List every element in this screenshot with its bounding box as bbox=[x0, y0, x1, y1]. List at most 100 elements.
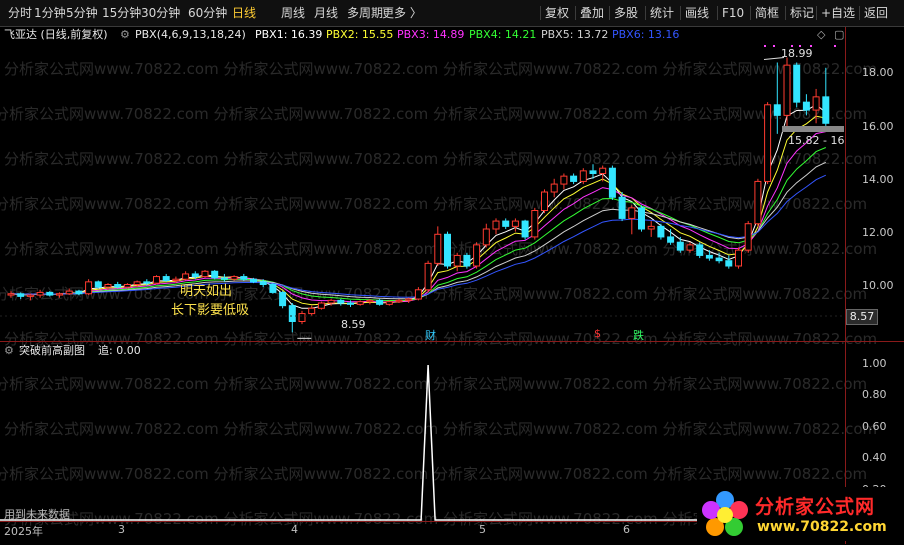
sub-tick-label: 0.80 bbox=[862, 388, 887, 401]
period-tab[interactable]: 5分钟 bbox=[66, 0, 98, 26]
pane-divider[interactable] bbox=[0, 341, 904, 342]
flower-logo-icon bbox=[702, 491, 748, 536]
candle-body bbox=[696, 244, 704, 256]
candle-body bbox=[123, 284, 131, 288]
candle-body bbox=[773, 104, 781, 116]
toolbar-action-button[interactable]: 复权 bbox=[545, 0, 569, 26]
toolbar-separator bbox=[816, 6, 817, 20]
logo-title: 分析家公式网 bbox=[755, 496, 876, 518]
candle-body bbox=[541, 191, 548, 211]
candle-body bbox=[482, 228, 490, 246]
current-price-box: 8.57 bbox=[846, 309, 878, 325]
candle-body bbox=[347, 302, 354, 305]
candle-body bbox=[618, 196, 626, 219]
toolbar-action-button[interactable]: +自选 bbox=[821, 0, 855, 26]
candle-body bbox=[589, 170, 597, 174]
price-tick-label: 14.00 bbox=[862, 173, 894, 186]
candle-body bbox=[647, 225, 655, 230]
month-label: 4 bbox=[291, 523, 298, 536]
price-tick-label: 16.00 bbox=[862, 120, 894, 133]
candle-body bbox=[657, 225, 665, 238]
candle-body bbox=[356, 301, 364, 305]
toolbar-action-button[interactable]: 返回 bbox=[864, 0, 888, 26]
candle-body bbox=[143, 281, 151, 284]
period-tab[interactable]: 周线 bbox=[281, 0, 305, 26]
candle-body bbox=[463, 254, 471, 267]
candle-body bbox=[705, 254, 713, 259]
candle-body bbox=[376, 299, 384, 305]
toolbar-separator bbox=[540, 6, 541, 20]
candle-body bbox=[579, 170, 587, 182]
sub-tick-label: 1.00 bbox=[862, 357, 887, 370]
toolbar-action-button[interactable]: F10 bbox=[722, 0, 744, 26]
candle-body bbox=[191, 273, 199, 278]
candle-body bbox=[288, 305, 296, 322]
month-label: 5 bbox=[479, 523, 486, 536]
period-tab[interactable]: 1分钟 bbox=[34, 0, 66, 26]
candle-body bbox=[414, 289, 422, 300]
candle-body bbox=[570, 175, 578, 182]
candle-body bbox=[269, 284, 277, 293]
tip-line-1: 明天如出 bbox=[180, 284, 233, 299]
period-toolbar: 分时 1分钟 5分钟 15分钟 30分钟 60分钟 日线 周线 月线 多周期 更多 〉 复权 叠加 多股… bbox=[0, 0, 904, 27]
candle-body bbox=[201, 270, 209, 278]
high-price-label: 18.99 bbox=[781, 47, 813, 60]
range-label: 15.82 - 16 bbox=[788, 134, 845, 147]
indicator-name[interactable]: PBX(4,6,9,13,18,24) bbox=[135, 27, 246, 43]
candle-body bbox=[26, 294, 34, 297]
year-label: 2025年 bbox=[4, 525, 43, 538]
period-tab[interactable]: 分时 bbox=[8, 0, 32, 26]
range-band bbox=[782, 126, 844, 132]
period-tab[interactable]: 更多 〉 bbox=[382, 0, 422, 26]
candle-body bbox=[424, 262, 432, 291]
candle-body bbox=[492, 220, 500, 230]
tip-line-2: 长下影要低吸 bbox=[171, 303, 250, 318]
candle-body bbox=[812, 96, 820, 111]
toolbar-action-button[interactable]: 多股 bbox=[614, 0, 638, 26]
candle-body bbox=[715, 257, 723, 262]
toolbar-action-button[interactable]: 标记 bbox=[790, 0, 814, 26]
candle-body bbox=[444, 233, 451, 267]
candle-body bbox=[385, 301, 393, 305]
candle-body bbox=[240, 276, 248, 280]
candle-body bbox=[395, 299, 403, 303]
candle-body bbox=[279, 291, 287, 307]
window-icon[interactable]: ▢ bbox=[834, 27, 844, 43]
candle-body bbox=[337, 299, 345, 304]
candle-body bbox=[317, 302, 325, 309]
settings-gear-icon[interactable]: ⚙ bbox=[120, 27, 130, 43]
period-tab[interactable]: 月线 bbox=[314, 0, 338, 26]
candle-body bbox=[453, 254, 461, 267]
candle-body bbox=[36, 291, 44, 296]
candlestick-chart[interactable] bbox=[0, 44, 845, 340]
candle-body bbox=[822, 96, 830, 124]
candle-body bbox=[783, 64, 791, 116]
diamond-icon[interactable]: ◇ bbox=[817, 27, 825, 43]
toolbar-action-button[interactable]: 简框 bbox=[755, 0, 779, 26]
candle-body bbox=[104, 284, 112, 288]
period-tab[interactable]: 60分钟 bbox=[188, 0, 227, 26]
price-tick-label: 18.00 bbox=[862, 66, 894, 79]
signal-dot bbox=[764, 45, 766, 47]
period-tab[interactable]: 多周期 bbox=[347, 0, 383, 26]
pbx2-value: PBX2: 15.55 bbox=[326, 28, 394, 41]
candle-body bbox=[65, 290, 73, 295]
toolbar-separator bbox=[680, 6, 681, 20]
toolbar-separator bbox=[717, 6, 718, 20]
candle-body bbox=[153, 276, 160, 284]
candle-body bbox=[667, 236, 675, 243]
candle-body bbox=[327, 299, 335, 304]
toolbar-action-button[interactable]: 叠加 bbox=[580, 0, 604, 26]
candle-body bbox=[172, 278, 180, 282]
candle-body bbox=[531, 210, 539, 238]
toolbar-action-button[interactable]: 画线 bbox=[685, 0, 709, 26]
toolbar-action-button[interactable]: 统计 bbox=[650, 0, 674, 26]
candle-body bbox=[764, 104, 772, 182]
pbx-line-4 bbox=[10, 147, 826, 301]
candle-body bbox=[735, 249, 742, 267]
dividend-marker[interactable]: $ bbox=[594, 327, 601, 340]
period-tab[interactable]: 15分钟 bbox=[102, 0, 141, 26]
period-tab[interactable]: 30分钟 bbox=[141, 0, 180, 26]
period-tab[interactable]: 日线 bbox=[232, 0, 256, 26]
indicator-info-bar: 飞亚达 (日线,前复权) ⚙ PBX(4,6,9,13,18,24) PBX1:… bbox=[0, 27, 845, 43]
